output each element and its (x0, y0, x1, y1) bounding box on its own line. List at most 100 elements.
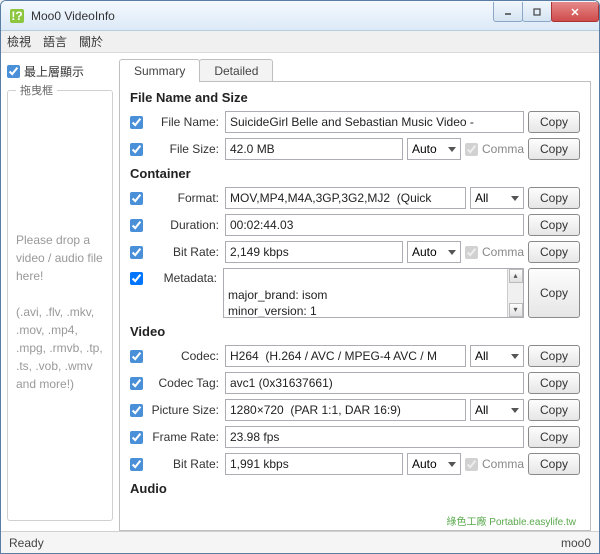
input-picsize[interactable] (225, 399, 466, 421)
menu-language[interactable]: 語言 (43, 33, 67, 50)
tab-body: File Name and Size File Name: Copy File … (119, 81, 591, 531)
label-framerate: Frame Rate: (149, 430, 221, 444)
label-format: Format: (149, 191, 221, 205)
dropzone[interactable]: 拖曳框 Please drop a video / audio file her… (7, 90, 113, 521)
comma-vbitrate[interactable]: Comma (465, 457, 524, 471)
metadata-scrollbar[interactable]: ▴ ▾ (507, 269, 523, 317)
scroll-down-icon[interactable]: ▾ (509, 303, 523, 317)
label-picsize: Picture Size: (149, 403, 221, 417)
chevron-down-icon (511, 196, 519, 201)
statusbar: Ready moo0 (1, 531, 599, 553)
check-format[interactable] (130, 192, 143, 205)
main-panel: Summary Detailed File Name and Size File… (119, 53, 599, 531)
tabs: Summary Detailed (119, 59, 591, 82)
titlebar[interactable]: !? Moo0 VideoInfo (1, 1, 599, 31)
chevron-down-icon (511, 354, 519, 359)
menu-about[interactable]: 關於 (79, 33, 103, 50)
label-filename: File Name: (149, 115, 221, 129)
check-metadata[interactable] (130, 272, 143, 285)
section-filename: File Name and Size (130, 90, 580, 105)
check-framerate[interactable] (130, 431, 143, 444)
dropzone-legend: 拖曳框 (16, 83, 57, 100)
input-duration[interactable] (225, 214, 524, 236)
copy-format[interactable]: Copy (528, 187, 580, 209)
textarea-metadata[interactable]: major_brand: isom minor_version: 1 compa… (223, 268, 524, 318)
copy-filename[interactable]: Copy (528, 111, 580, 133)
window-title: Moo0 VideoInfo (31, 9, 494, 23)
check-filesize[interactable] (130, 143, 143, 156)
copy-duration[interactable]: Copy (528, 214, 580, 236)
input-framerate[interactable] (225, 426, 524, 448)
chevron-down-icon (448, 147, 456, 152)
app-window: !? Moo0 VideoInfo 檢視 語言 關於 最上層顯示 拖曳框 Ple… (0, 0, 600, 554)
section-video: Video (130, 324, 580, 339)
select-format[interactable]: All (470, 187, 524, 209)
close-button[interactable] (551, 2, 599, 22)
topmost-checkbox[interactable]: 最上層顯示 (7, 63, 113, 80)
minimize-button[interactable] (493, 2, 523, 22)
input-format[interactable] (225, 187, 466, 209)
label-duration: Duration: (149, 218, 221, 232)
section-container: Container (130, 166, 580, 181)
comma-cbitrate[interactable]: Comma (465, 245, 524, 259)
input-filesize[interactable] (225, 138, 403, 160)
input-vcodec[interactable] (225, 345, 466, 367)
tab-detailed[interactable]: Detailed (199, 59, 273, 82)
copy-cbitrate[interactable]: Copy (528, 241, 580, 263)
check-duration[interactable] (130, 219, 143, 232)
topmost-check[interactable] (7, 65, 20, 78)
select-vcodec[interactable]: All (470, 345, 524, 367)
check-picsize[interactable] (130, 404, 143, 417)
select-filesize-unit[interactable]: Auto (407, 138, 461, 160)
input-codectag[interactable] (225, 372, 524, 394)
sidebar: 最上層顯示 拖曳框 Please drop a video / audio fi… (1, 53, 119, 531)
row-metadata: Metadata: major_brand: isom minor_versio… (130, 268, 580, 318)
check-codectag[interactable] (130, 377, 143, 390)
row-duration: Duration: Copy (130, 214, 580, 236)
comma-filesize[interactable]: Comma (465, 142, 524, 156)
select-picsize[interactable]: All (470, 399, 524, 421)
check-cbitrate[interactable] (130, 246, 143, 259)
row-codectag: Codec Tag: Copy (130, 372, 580, 394)
tab-summary[interactable]: Summary (119, 59, 200, 82)
scroll-up-icon[interactable]: ▴ (509, 269, 523, 283)
app-icon: !? (9, 8, 25, 24)
status-right: moo0 (561, 536, 591, 550)
drop-hint-formats: (.avi, .flv, .mkv, .mov, .mp4, .mpg, .rm… (16, 303, 104, 393)
drop-hint-text: Please drop a video / audio file here! (16, 231, 104, 285)
input-vbitrate[interactable] (225, 453, 403, 475)
window-controls (494, 1, 599, 30)
label-vcodec: Codec: (149, 349, 221, 363)
label-filesize: File Size: (149, 142, 221, 156)
row-vcodec: Codec: All Copy (130, 345, 580, 367)
row-picsize: Picture Size: All Copy (130, 399, 580, 421)
copy-metadata[interactable]: Copy (528, 268, 580, 318)
copy-codectag[interactable]: Copy (528, 372, 580, 394)
label-cbitrate: Bit Rate: (149, 245, 221, 259)
check-filename[interactable] (130, 116, 143, 129)
row-format: Format: All Copy (130, 187, 580, 209)
select-cbitrate[interactable]: Auto (407, 241, 461, 263)
select-vbitrate[interactable]: Auto (407, 453, 461, 475)
client-area: 最上層顯示 拖曳框 Please drop a video / audio fi… (1, 53, 599, 531)
row-container-bitrate: Bit Rate: Auto Comma Copy (130, 241, 580, 263)
row-filesize: File Size: Auto Comma Copy (130, 138, 580, 160)
chevron-down-icon (448, 462, 456, 467)
label-codectag: Codec Tag: (149, 376, 221, 390)
row-vbitrate: Bit Rate: Auto Comma Copy (130, 453, 580, 475)
input-cbitrate[interactable] (225, 241, 403, 263)
menu-view[interactable]: 檢視 (7, 33, 31, 50)
check-vbitrate[interactable] (130, 458, 143, 471)
copy-framerate[interactable]: Copy (528, 426, 580, 448)
chevron-down-icon (448, 250, 456, 255)
copy-picsize[interactable]: Copy (528, 399, 580, 421)
label-metadata: Metadata: (147, 268, 219, 285)
input-filename[interactable] (225, 111, 524, 133)
copy-filesize[interactable]: Copy (528, 138, 580, 160)
check-vcodec[interactable] (130, 350, 143, 363)
copy-vcodec[interactable]: Copy (528, 345, 580, 367)
label-vbitrate: Bit Rate: (149, 457, 221, 471)
maximize-button[interactable] (522, 2, 552, 22)
copy-vbitrate[interactable]: Copy (528, 453, 580, 475)
svg-text:!?: !? (11, 9, 22, 23)
